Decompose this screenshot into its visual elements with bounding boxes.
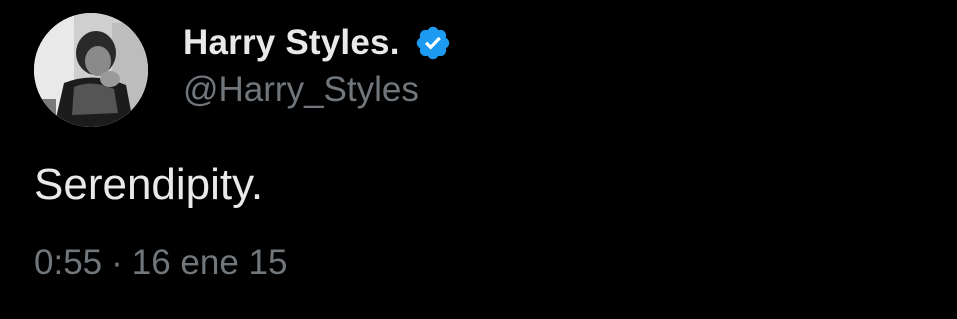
tweet-text: Serendipity. bbox=[34, 160, 264, 209]
author-name-row: Harry Styles. bbox=[183, 20, 452, 66]
author-display-name[interactable]: Harry Styles. bbox=[183, 23, 400, 63]
tweet: Harry Styles. @Harry_Styles Serendipity.… bbox=[0, 0, 957, 319]
author-handle[interactable]: @Harry_Styles bbox=[183, 70, 419, 110]
avatar[interactable] bbox=[34, 13, 148, 127]
profile-photo-icon bbox=[34, 13, 148, 127]
tweet-time: 0:55 bbox=[34, 243, 103, 282]
tweet-timestamp[interactable]: 0:55 · 16 ene 15 bbox=[34, 243, 288, 283]
tweet-date: 16 ene 15 bbox=[131, 243, 288, 282]
verified-badge-icon[interactable] bbox=[414, 24, 452, 62]
meta-separator: · bbox=[111, 243, 123, 282]
